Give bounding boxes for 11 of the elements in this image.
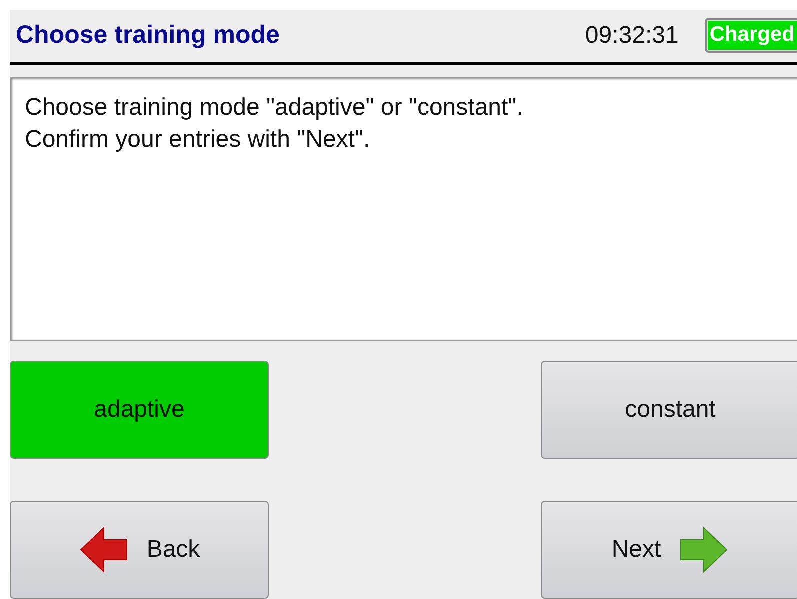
mode-button[interactable]: constant xyxy=(541,361,797,459)
mode-button[interactable]: adaptive xyxy=(10,361,269,459)
back-button[interactable]: Back xyxy=(10,501,269,599)
clock-time: 09:32:31 xyxy=(585,22,679,50)
window-title: Choose training mode xyxy=(16,21,281,50)
message-text: Choose training mode "adaptive" or "constant". xyxy=(25,92,524,123)
next-button[interactable]: Next xyxy=(541,501,797,599)
message-text: Confirm your entries with "Next". xyxy=(25,124,372,155)
battery-status: Charged xyxy=(704,18,797,54)
next-arrow-icon xyxy=(679,525,730,575)
back-arrow-icon xyxy=(78,525,129,575)
